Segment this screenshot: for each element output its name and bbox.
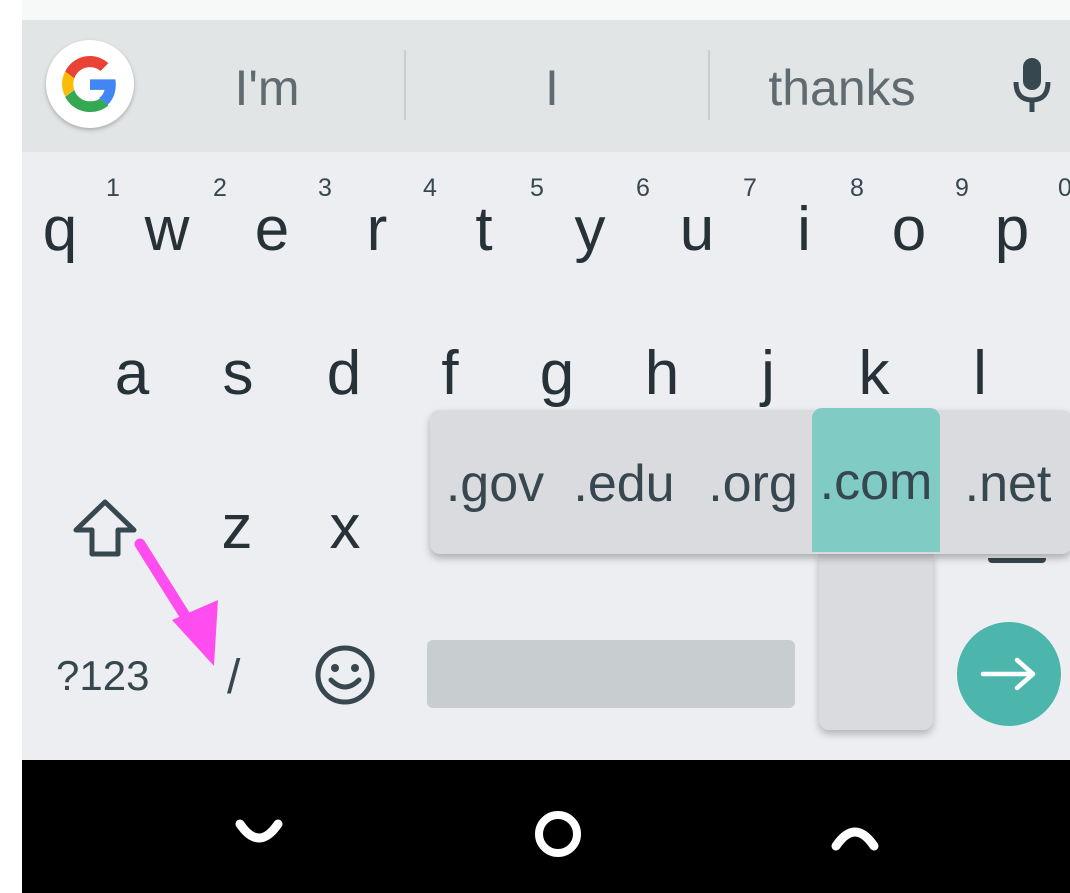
top-strip (22, 0, 1070, 20)
keyboard-frame: I'm I thanks q1w2e3r4t5y6u7i8o9p0 asdfgh… (22, 0, 1070, 893)
key-hint-6: 6 (636, 174, 650, 202)
key-x[interactable]: x (305, 492, 385, 563)
slash-key[interactable]: / (227, 650, 240, 705)
key-hint-1: 1 (106, 174, 120, 202)
key-hint-7: 7 (743, 174, 757, 202)
popup-stem (819, 552, 933, 730)
key-w[interactable]: w (127, 194, 207, 265)
key-f[interactable]: f (410, 338, 490, 409)
pink-arrow-icon (134, 538, 218, 666)
nav-recents-icon[interactable] (830, 822, 880, 852)
key-hint-8: 8 (850, 174, 864, 202)
key-s[interactable]: s (198, 338, 278, 409)
space-bar[interactable] (427, 640, 795, 708)
key-d[interactable]: d (304, 338, 384, 409)
key-e[interactable]: e (232, 194, 312, 265)
key-l[interactable]: l (940, 338, 1020, 409)
google-g-icon (62, 56, 116, 112)
domain-option-org[interactable]: .org (688, 410, 818, 554)
key-hint-3: 3 (318, 174, 332, 202)
nav-back-icon[interactable] (234, 818, 284, 848)
suggestion-strip: I'm I thanks (22, 20, 1070, 152)
suggestion-middle[interactable]: I (472, 20, 632, 152)
key-y[interactable]: y (550, 194, 630, 265)
domain-popup: .gov .edu .org .com .net (430, 408, 1070, 554)
key-g[interactable]: g (517, 338, 597, 409)
arrow-right-icon (980, 657, 1036, 691)
microphone-icon[interactable] (1012, 56, 1052, 116)
key-h[interactable]: h (622, 338, 702, 409)
key-hint-5: 5 (530, 174, 544, 202)
suggestion-left[interactable]: I'm (182, 20, 352, 152)
google-button[interactable] (46, 40, 134, 128)
emoji-icon[interactable] (314, 644, 376, 706)
key-hint-2: 2 (213, 174, 227, 202)
nav-home-icon[interactable] (532, 808, 584, 860)
domain-option-net[interactable]: .net (944, 410, 1070, 554)
key-p[interactable]: p (972, 194, 1052, 265)
shift-icon[interactable] (72, 498, 138, 560)
enter-button[interactable] (957, 622, 1061, 726)
key-t[interactable]: t (444, 194, 524, 265)
suggestion-divider (404, 50, 406, 120)
key-q[interactable]: q (22, 194, 100, 265)
key-hint-4: 4 (423, 174, 437, 202)
key-a[interactable]: a (92, 338, 172, 409)
key-u[interactable]: u (657, 194, 737, 265)
domain-option-com[interactable]: .com (812, 408, 940, 552)
key-hint-0: 0 (1058, 174, 1070, 202)
key-i[interactable]: i (764, 194, 844, 265)
key-o[interactable]: o (869, 194, 949, 265)
key-j[interactable]: j (728, 338, 808, 409)
domain-option-edu[interactable]: .edu (560, 410, 688, 554)
suggestion-divider (708, 50, 710, 120)
suggestion-right[interactable]: thanks (742, 20, 942, 152)
key-k[interactable]: k (834, 338, 914, 409)
navigation-bar (22, 760, 1070, 893)
key-hint-9: 9 (955, 174, 969, 202)
key-r[interactable]: r (337, 194, 417, 265)
domain-option-gov[interactable]: .gov (430, 410, 560, 554)
